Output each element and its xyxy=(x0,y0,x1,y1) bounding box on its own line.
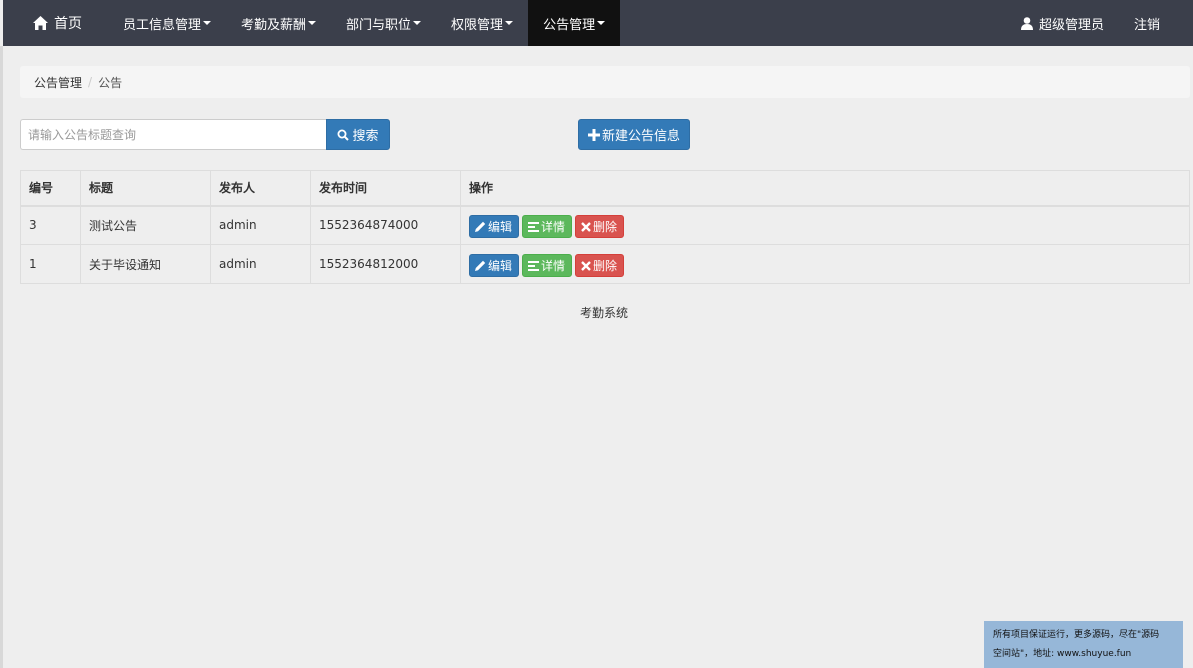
cell-publisher: admin xyxy=(210,205,311,245)
nav-user[interactable]: 超级管理员 xyxy=(1006,0,1119,46)
cell-time: 1552364812000 xyxy=(310,244,461,284)
caret-down-icon xyxy=(597,21,606,25)
search-input[interactable] xyxy=(20,119,327,150)
detail-button[interactable]: 详情 xyxy=(522,254,573,277)
close-icon xyxy=(581,260,591,271)
table-header-row: 编号 标题 发布人 发布时间 操作 xyxy=(20,170,1190,207)
align-left-icon xyxy=(528,221,540,232)
column-header-actions: 操作 xyxy=(460,170,1190,207)
nav-employee-info[interactable]: 员工信息管理 xyxy=(108,0,226,46)
cell-id: 3 xyxy=(20,205,81,245)
window-edge xyxy=(0,46,3,668)
cell-title: 测试公告 xyxy=(80,205,211,245)
delete-button-label: 删除 xyxy=(593,220,618,235)
top-navbar: 首页 员工信息管理 考勤及薪酬 部门与职位 权限管理 公告管理 超级管理员 注销 xyxy=(3,0,1193,46)
caret-down-icon xyxy=(203,21,212,25)
nav-home-label: 首页 xyxy=(54,16,82,32)
plus-icon xyxy=(587,128,600,141)
close-icon xyxy=(581,221,591,232)
delete-button[interactable]: 删除 xyxy=(575,254,625,277)
new-announcement-label: 新建公告信息 xyxy=(601,129,680,144)
cell-time: 1552364874000 xyxy=(310,205,461,245)
column-header-title: 标题 xyxy=(80,170,211,207)
caret-down-icon xyxy=(505,21,514,25)
nav-logout-label: 注销 xyxy=(1133,17,1160,33)
detail-button-label: 详情 xyxy=(541,220,566,235)
detail-button[interactable]: 详情 xyxy=(522,215,573,239)
announcement-table-wrapper: 编号 标题 发布人 发布时间 操作 3 测试公告 admin 155236487… xyxy=(20,170,1190,284)
breadcrumb: 公告管理 / 公告 xyxy=(20,66,1190,98)
pencil-icon xyxy=(475,260,486,271)
breadcrumb-item-current: 公告 xyxy=(98,75,123,90)
cell-actions: 编辑 详情 删除 xyxy=(460,205,1190,245)
home-icon xyxy=(33,16,48,30)
column-header-id: 编号 xyxy=(20,170,81,207)
nav-dept-position-label: 部门与职位 xyxy=(346,17,412,33)
search-button-label: 搜索 xyxy=(352,129,379,144)
table-row: 3 测试公告 admin 1552364874000 编辑 详情 删除 xyxy=(20,205,1190,245)
cell-id: 1 xyxy=(20,244,81,284)
user-icon xyxy=(1020,16,1033,30)
nav-announcement-label: 公告管理 xyxy=(543,17,596,33)
nav-home[interactable]: 首页 xyxy=(3,0,108,46)
breadcrumb-item-announcement[interactable]: 公告管理 xyxy=(34,74,82,91)
column-header-publisher: 发布人 xyxy=(210,170,311,207)
nav-dept-position[interactable]: 部门与职位 xyxy=(331,0,436,46)
footer-system-name: 考勤系统 xyxy=(579,306,628,320)
announcement-table: 编号 标题 发布人 发布时间 操作 3 测试公告 admin 155236487… xyxy=(20,170,1190,284)
search-button[interactable]: 搜索 xyxy=(326,119,390,150)
cell-title: 关于毕设通知 xyxy=(80,244,211,284)
edit-button-label: 编辑 xyxy=(488,259,513,273)
search-icon xyxy=(337,129,350,141)
promo-line-1: 所有项目保证运行，更多源码，尽在"源码 xyxy=(993,630,1160,640)
nav-menu: 首页 员工信息管理 考勤及薪酬 部门与职位 权限管理 公告管理 xyxy=(3,0,621,46)
breadcrumb-separator: / xyxy=(88,75,93,89)
pencil-icon xyxy=(475,222,486,233)
caret-down-icon xyxy=(308,21,317,25)
edit-button-label: 编辑 xyxy=(488,220,513,235)
edit-button[interactable]: 编辑 xyxy=(469,254,520,277)
delete-button-label: 删除 xyxy=(593,259,618,273)
nav-attendance-salary[interactable]: 考勤及薪酬 xyxy=(226,0,331,46)
table-row: 1 关于毕设通知 admin 1552364812000 编辑 详情 删除 xyxy=(20,244,1190,284)
promo-banner: 所有项目保证运行，更多源码，尽在"源码 空间站"，地址: www.shuyue.… xyxy=(984,621,1183,668)
edit-button[interactable]: 编辑 xyxy=(469,215,520,239)
delete-button[interactable]: 删除 xyxy=(575,215,625,239)
nav-logout[interactable]: 注销 xyxy=(1119,0,1193,46)
nav-announcement[interactable]: 公告管理 xyxy=(528,0,621,46)
align-left-icon xyxy=(528,260,540,271)
new-announcement-button[interactable]: 新建公告信息 xyxy=(578,119,690,150)
nav-user-label: 超级管理员 xyxy=(1038,17,1104,33)
cell-actions: 编辑 详情 删除 xyxy=(460,244,1190,284)
column-header-time: 发布时间 xyxy=(310,170,461,207)
detail-button-label: 详情 xyxy=(541,259,566,273)
nav-employee-info-label: 员工信息管理 xyxy=(123,17,202,33)
nav-user-area: 超级管理员 注销 xyxy=(1006,0,1193,46)
caret-down-icon xyxy=(413,21,422,25)
cell-publisher: admin xyxy=(210,244,311,284)
nav-permission-label: 权限管理 xyxy=(451,17,504,33)
nav-permission[interactable]: 权限管理 xyxy=(436,0,528,46)
promo-line-2: 空间站"，地址: www.shuyue.fun xyxy=(993,649,1132,659)
nav-attendance-salary-label: 考勤及薪酬 xyxy=(241,17,307,33)
